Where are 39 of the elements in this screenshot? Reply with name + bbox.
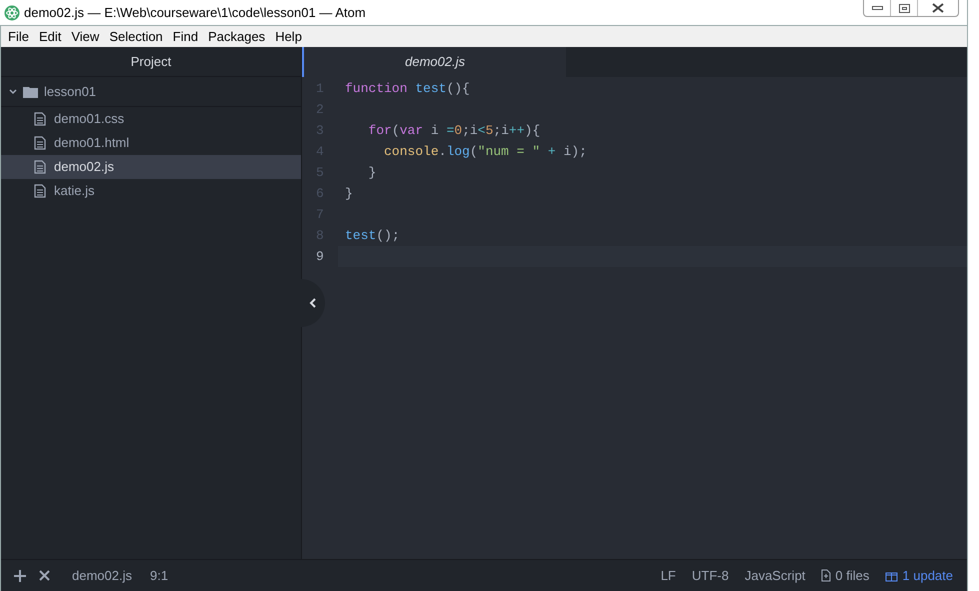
folder-icon [23, 86, 38, 98]
editor-tab[interactable]: demo02.js [302, 47, 566, 77]
menu-item[interactable]: Help [270, 26, 307, 46]
atom-logo-icon [4, 4, 20, 20]
panel-title: Project [130, 52, 172, 71]
line-ending[interactable]: LF [660, 566, 676, 586]
code-line: function test(){ [345, 80, 470, 98]
close-icon [932, 3, 944, 13]
code-line: } [367, 164, 376, 182]
tree-entry[interactable]: katie.js [1, 179, 301, 203]
chevron-left-icon [309, 298, 317, 308]
file-icon [34, 112, 46, 126]
code-line: } [345, 184, 353, 203]
file-icon [34, 184, 46, 198]
line-number: 9 [315, 248, 325, 266]
chevron-down-icon[interactable] [9, 88, 17, 94]
code-line: console.log("num = " + i); [383, 142, 587, 161]
menu-item[interactable]: Find [168, 26, 204, 46]
code-line: test(); [345, 226, 400, 245]
grammar[interactable]: JavaScript [744, 566, 806, 586]
menu-item[interactable]: Selection [104, 26, 168, 46]
menu-item[interactable]: Packages [203, 26, 270, 46]
update-link[interactable]: 1 update [902, 566, 953, 586]
cursor-position[interactable]: 9:1 [150, 566, 168, 586]
encoding[interactable]: UTF-8 [692, 566, 729, 586]
menu-item[interactable]: View [66, 26, 104, 46]
tree-entry[interactable]: demo01.css [1, 107, 301, 131]
menu-item[interactable]: Edit [34, 26, 66, 46]
git-status[interactable]: 0 files [835, 566, 870, 586]
menu-item[interactable]: File [3, 26, 34, 46]
folder-name[interactable]: lesson01 [44, 82, 96, 102]
file-icon [34, 136, 46, 150]
tree-entry[interactable]: demo01.html [1, 131, 301, 155]
code-line: for(var i =0;i<5;i++){ [367, 122, 540, 140]
file-icon [34, 160, 46, 174]
file-icon [821, 569, 832, 582]
tree-entry[interactable]: demo02.js [1, 155, 301, 179]
window-title: demo02.js — E:\Web\courseware\1\code\lesson01 — Atom [24, 4, 366, 22]
file-path[interactable]: demo02.js [72, 566, 132, 586]
